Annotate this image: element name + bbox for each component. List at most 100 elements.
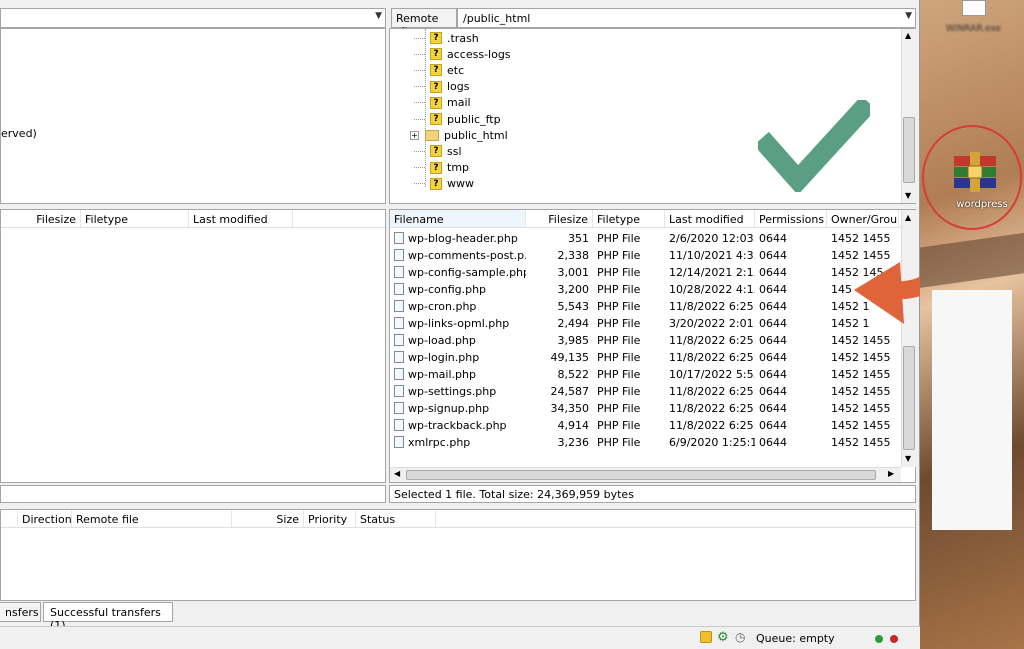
cell-modified: 11/8/2022 6:25:... — [669, 385, 755, 398]
blurred-region — [932, 290, 1012, 530]
horizontal-scrollbar[interactable]: ◀ ▶ — [390, 467, 901, 482]
tree-item-label: etc — [447, 63, 465, 77]
tree-item-mail[interactable]: ? mail — [414, 95, 471, 111]
tree-item-label: .trash — [447, 31, 479, 45]
col-last-modified[interactable]: Last modified — [189, 210, 293, 227]
unknown-folder-icon: ? — [430, 32, 442, 44]
col-direction[interactable]: Direction — [18, 510, 72, 527]
tree-item-public-html[interactable]: + public_html — [410, 127, 508, 143]
table-row[interactable]: xmlrpc.php 3,236 PHP File 6/9/2020 1:25:1..… — [390, 434, 900, 451]
file-name: wp-blog-header.php — [408, 232, 518, 245]
tree-item-www[interactable]: ? www — [414, 176, 474, 192]
tree-item-access-logs[interactable]: ? access-logs — [414, 46, 511, 62]
scroll-down-icon[interactable]: ▼ — [905, 191, 911, 200]
local-tree-item[interactable]: erved) — [1, 127, 37, 140]
tab-failed-transfers[interactable]: nsfers — [0, 602, 41, 622]
file-name: wp-trackback.php — [408, 419, 507, 432]
cell-owner: 1452 1455 — [831, 385, 891, 398]
remote-file-list[interactable]: Filename Filesize Filetype Last modified… — [389, 209, 916, 483]
scroll-up-icon[interactable]: ▲ — [905, 31, 911, 40]
chevron-down-icon[interactable]: ▼ — [905, 11, 912, 21]
scroll-up-icon[interactable]: ▲ — [905, 213, 911, 222]
col-filetype[interactable]: Filetype — [593, 210, 665, 227]
table-row[interactable]: wp-comments-post.p... 2,338 PHP File 11/10/… — [390, 247, 900, 264]
local-site-combo[interactable]: ▼ — [0, 8, 386, 28]
scroll-thumb[interactable] — [903, 346, 915, 450]
col-priority[interactable]: Priority — [304, 510, 356, 527]
col-size[interactable]: Size — [232, 510, 304, 527]
scroll-thumb[interactable] — [903, 117, 915, 183]
cell-modified: 11/8/2022 6:25:... — [669, 419, 755, 432]
file-name: wp-comments-post.p... — [408, 249, 526, 262]
remote-tree-scrollbar[interactable]: ▲ ▼ — [901, 29, 916, 203]
table-row[interactable]: wp-login.php 49,135 PHP File 11/8/2022 6:25… — [390, 349, 900, 366]
local-tree-panel[interactable]: erved) — [0, 28, 386, 204]
tree-item-logs[interactable]: ? logs — [414, 79, 470, 95]
cell-owner: 1452 1455 — [831, 351, 891, 364]
chevron-down-icon[interactable]: ▼ — [375, 11, 382, 21]
col-filetype[interactable]: Filetype — [81, 210, 189, 227]
col-filename[interactable]: Filename — [390, 210, 526, 227]
cell-perm: 0644 — [759, 334, 787, 347]
php-file-icon — [394, 419, 404, 431]
col-owner-group[interactable]: Owner/Group — [827, 210, 899, 227]
table-row[interactable]: wp-load.php 3,985 PHP File 11/8/2022 6:25:.… — [390, 332, 900, 349]
tab-successful-transfers[interactable]: Successful transfers (1) — [43, 602, 173, 632]
cell-modified: 6/9/2020 1:25:1... — [669, 436, 755, 449]
col-status[interactable]: Status — [356, 510, 436, 527]
unknown-folder-icon: ? — [430, 48, 442, 61]
tree-item-label: access-logs — [447, 47, 511, 61]
tree-item-ssl[interactable]: ? ssl — [414, 143, 462, 159]
table-row[interactable]: wp-config.php 3,200 PHP File 10/28/2022 4:1… — [390, 281, 900, 298]
cell-owner: 1452 1455 — [831, 436, 891, 449]
remote-site-label: Remote site: — [391, 8, 457, 38]
highlight-circle — [922, 125, 1022, 230]
cell-type: PHP File — [597, 266, 641, 279]
scroll-thumb[interactable] — [406, 470, 876, 480]
cell-size: 2,494 — [557, 317, 590, 330]
tree-item-tmp[interactable]: ? tmp — [414, 160, 469, 176]
col-permissions[interactable]: Permissions — [755, 210, 827, 227]
php-file-icon — [394, 402, 404, 414]
scroll-left-icon[interactable]: ◀ — [394, 469, 400, 478]
selection-summary: Selected 1 file. Total size: 24,369,959 … — [394, 488, 634, 501]
php-file-icon — [394, 351, 404, 363]
file-name: wp-login.php — [408, 351, 480, 364]
php-file-icon — [394, 232, 404, 244]
desktop-app-icon[interactable] — [962, 0, 986, 16]
upload-led-icon — [875, 635, 883, 643]
tree-item-label: public_ftp — [447, 112, 501, 126]
tree-item--trash[interactable]: ? .trash — [414, 30, 479, 46]
scroll-right-icon[interactable]: ▶ — [888, 469, 894, 478]
table-row[interactable]: wp-cron.php 5,543 PHP File 11/8/2022 6:25:.… — [390, 298, 900, 315]
php-file-icon — [394, 368, 404, 380]
tree-item-public-ftp[interactable]: ? public_ftp — [414, 111, 501, 127]
col-filesize[interactable]: Filesize — [526, 210, 593, 227]
cell-owner: 1452 1455 — [831, 402, 891, 415]
table-row[interactable]: wp-blog-header.php 351 PHP File 2/6/2020 12… — [390, 230, 900, 247]
cell-type: PHP File — [597, 300, 641, 313]
expand-icon[interactable]: + — [410, 130, 419, 140]
scroll-down-icon[interactable]: ▼ — [905, 454, 911, 463]
tree-item-label: www — [447, 177, 474, 191]
php-file-icon — [394, 385, 404, 397]
col-remote-file[interactable]: Remote file — [72, 510, 232, 527]
table-row[interactable]: wp-links-opml.php 2,494 PHP File 3/20/2022 … — [390, 315, 900, 332]
table-row[interactable]: wp-mail.php 8,522 PHP File 10/17/2022 5:5..… — [390, 366, 900, 383]
clock-icon: ◷ — [735, 630, 746, 644]
cell-modified: 11/8/2022 6:25:... — [669, 402, 755, 415]
table-row[interactable]: wp-settings.php 24,587 PHP File 11/8/2022 6… — [390, 383, 900, 400]
remote-site-combo[interactable]: /public_html ▼ — [457, 8, 916, 28]
tree-item-etc[interactable]: ? etc — [414, 62, 464, 78]
file-name: wp-cron.php — [408, 300, 477, 313]
table-row[interactable]: wp-config-sample.php 3,001 PHP File 12/14/2… — [390, 264, 900, 281]
col-last-modified[interactable]: Last modified — [665, 210, 755, 227]
table-row[interactable]: wp-signup.php 34,350 PHP File 11/8/2022 6:2… — [390, 400, 900, 417]
table-row[interactable]: wp-trackback.php 4,914 PHP File 11/8/2022 6… — [390, 417, 900, 434]
php-file-icon — [394, 266, 404, 278]
local-file-list[interactable]: Filesize Filetype Last modified — [0, 209, 386, 483]
transfer-queue[interactable]: Direction Remote file Size Priority Stat… — [0, 509, 916, 601]
cell-size: 3,985 — [557, 334, 590, 347]
file-name: wp-settings.php — [408, 385, 497, 398]
col-filesize[interactable]: Filesize — [1, 210, 81, 227]
